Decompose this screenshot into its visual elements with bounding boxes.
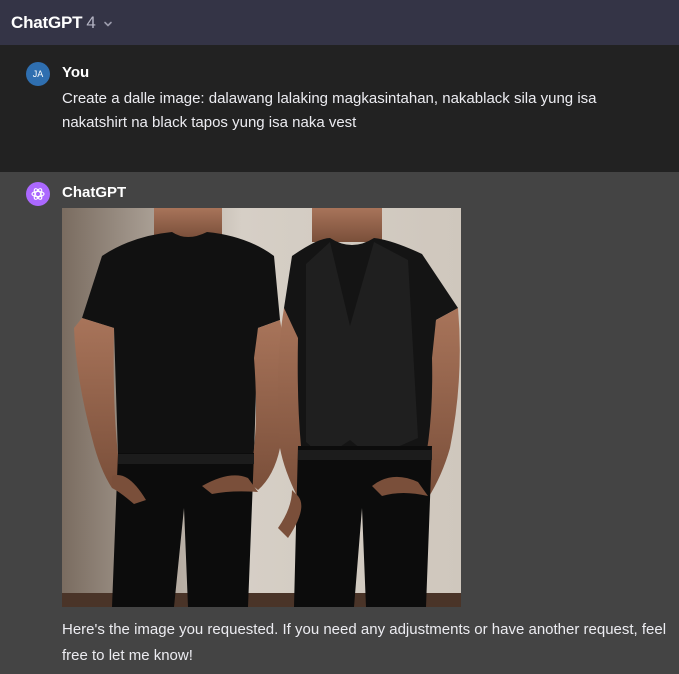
assistant-author-label: ChatGPT xyxy=(62,184,127,201)
user-author-label: You xyxy=(62,64,90,81)
model-version[interactable]: 4 xyxy=(86,13,95,33)
model-selector-name[interactable]: ChatGPT xyxy=(11,13,83,33)
user-avatar: JA xyxy=(26,62,50,86)
openai-logo-icon xyxy=(31,188,45,200)
generated-image[interactable] xyxy=(62,208,461,607)
top-bar: ChatGPT 4 xyxy=(0,0,679,45)
chevron-down-icon[interactable] xyxy=(102,18,114,30)
generated-image-illustration xyxy=(62,208,461,607)
assistant-message-text: Here's the image you requested. If you n… xyxy=(62,621,667,664)
chatgpt-avatar xyxy=(26,182,50,206)
user-message-text: Create a dalle image: dalawang lalaking … xyxy=(62,90,597,131)
